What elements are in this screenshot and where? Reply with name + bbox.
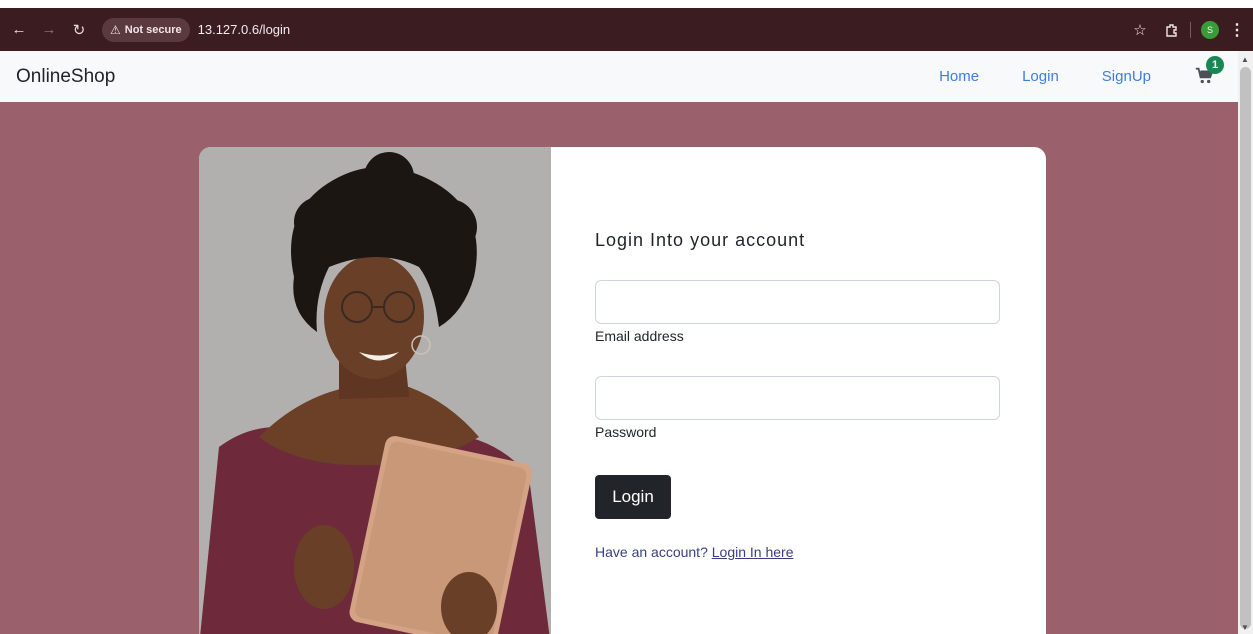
account-prompt-line: Have an account? Login In here [595, 544, 793, 560]
account-prompt-text: Have an account? [595, 544, 708, 560]
email-label: Email address [595, 328, 684, 344]
nav-link-login[interactable]: Login [1022, 68, 1059, 85]
page-scrollbar[interactable]: ▲ ▼ [1238, 51, 1253, 634]
password-input[interactable] [595, 376, 1000, 420]
security-label: Not secure [124, 23, 182, 36]
reload-icon[interactable]: ↻ [68, 19, 90, 41]
scroll-down-arrow-icon[interactable]: ▼ [1241, 623, 1249, 632]
forward-arrow-icon[interactable]: → [38, 19, 60, 41]
extensions-icon[interactable] [1160, 18, 1184, 42]
site-navbar: OnlineShop Home Login SignUp 1 [0, 51, 1238, 102]
warning-icon: ⚠ [110, 22, 121, 37]
browser-menu-icon[interactable]: ⋮ [1229, 20, 1245, 40]
url-text[interactable]: 13.127.0.6/login [198, 22, 291, 37]
security-chip[interactable]: ⚠ Not secure [102, 17, 190, 42]
toolbar-separator [1190, 21, 1191, 38]
bookmark-star-icon[interactable]: ☆ [1128, 18, 1152, 42]
woman-with-tablet-photo [199, 147, 551, 634]
browser-right-tools: ☆ S ⋮ [1120, 8, 1245, 51]
brand-logo[interactable]: OnlineShop [16, 66, 115, 88]
browser-toolbar: ← → ↻ ⚠ Not secure 13.127.0.6/login ☆ S … [0, 8, 1253, 51]
login-card: Login Into your account Email address Pa… [199, 147, 1046, 634]
nav-links: Home Login SignUp 1 [939, 51, 1238, 102]
email-input[interactable] [595, 280, 1000, 324]
main-content: Login Into your account Email address Pa… [0, 102, 1238, 634]
scroll-up-arrow-icon[interactable]: ▲ [1241, 55, 1249, 64]
login-button[interactable]: Login [595, 475, 671, 519]
back-arrow-icon[interactable]: ← [8, 19, 30, 41]
profile-avatar[interactable]: S [1201, 20, 1219, 39]
cart-count-badge: 1 [1206, 55, 1224, 74]
address-bar[interactable]: ⚠ Not secure 13.127.0.6/login [102, 16, 1102, 44]
nav-link-home[interactable]: Home [939, 68, 979, 85]
password-label: Password [595, 424, 657, 440]
login-in-here-link[interactable]: Login In here [712, 544, 794, 560]
cart-button[interactable]: 1 [1194, 55, 1224, 89]
window-top-strip [0, 0, 1253, 8]
nav-link-signup[interactable]: SignUp [1102, 68, 1151, 85]
form-title: Login Into your account [595, 230, 806, 250]
scroll-thumb[interactable] [1240, 67, 1251, 629]
